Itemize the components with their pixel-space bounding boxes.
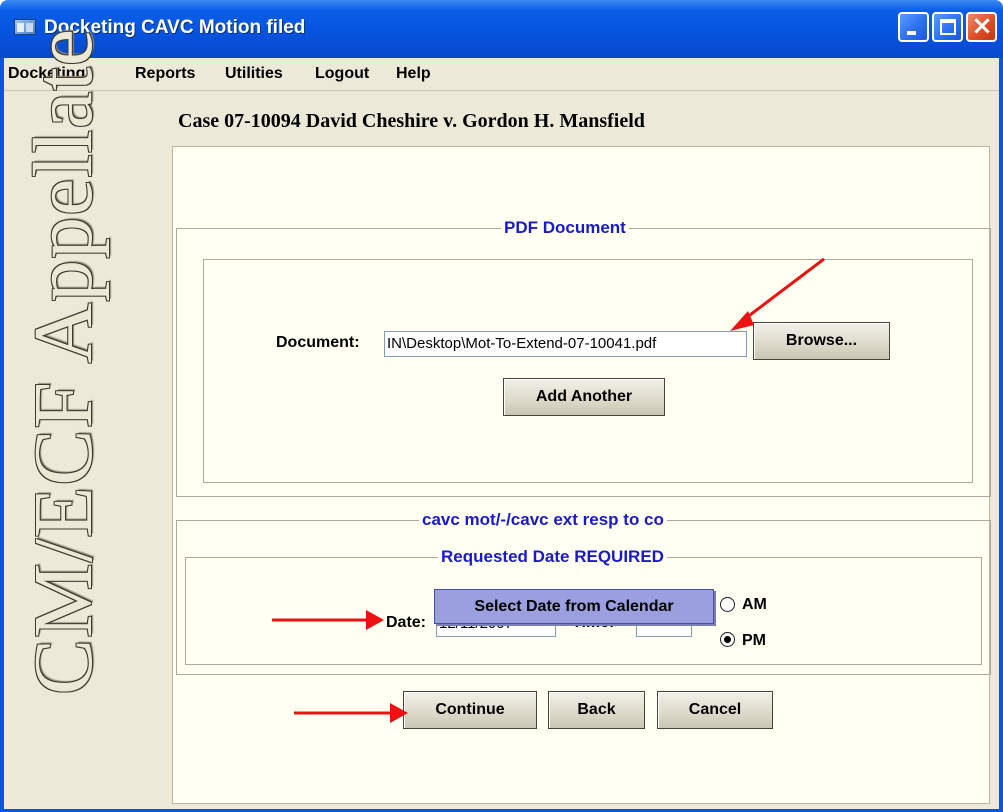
back-button[interactable]: Back: [548, 691, 645, 729]
close-button[interactable]: ×: [966, 12, 997, 42]
maximize-icon: [940, 19, 956, 35]
menu-reports[interactable]: Reports: [135, 65, 195, 83]
annotation-arrow-continue-icon: [294, 703, 408, 723]
select-date-from-calendar-tooltip[interactable]: Select Date from Calendar: [434, 589, 714, 624]
menu-logout[interactable]: Logout: [315, 65, 369, 83]
add-another-button[interactable]: Add Another: [503, 378, 665, 416]
pm-radio[interactable]: [720, 632, 735, 647]
cm-ecf-appellate-logo: CM/ECF Appellate: [17, 28, 110, 695]
application-window: Docketing CAVC Motion filed × Docketing …: [0, 0, 1003, 812]
minimize-icon: [907, 31, 916, 35]
document-path-field[interactable]: IN\Desktop\Mot-To-Extend-07-10041.pdf: [384, 331, 747, 357]
maximize-button[interactable]: [932, 12, 963, 42]
annotation-arrow-document-icon: [730, 257, 825, 331]
continue-button[interactable]: Continue: [403, 691, 537, 729]
pdf-document-legend: PDF Document: [501, 218, 629, 238]
document-label: Document:: [276, 334, 360, 351]
menu-utilities[interactable]: Utilities: [225, 65, 283, 83]
pdf-document-inner-box: [203, 259, 973, 483]
am-radio[interactable]: [720, 597, 735, 612]
cancel-button[interactable]: Cancel: [657, 691, 773, 729]
date-label: Date:: [386, 614, 427, 631]
close-icon: ×: [971, 11, 993, 41]
motion-legend: cavc mot/-/cavc ext resp to co: [419, 510, 667, 530]
case-title: Case 07-10094 David Cheshire v. Gordon H…: [178, 110, 645, 132]
menu-help[interactable]: Help: [396, 65, 431, 83]
annotation-arrow-date-icon: [272, 610, 384, 630]
title-bar[interactable]: Docketing CAVC Motion filed ×: [0, 0, 1003, 58]
pm-label: PM: [742, 632, 766, 649]
menu-bar: Docketing Reports Utilities Logout Help: [4, 58, 999, 91]
requested-date-legend: Requested Date REQUIRED: [438, 547, 667, 567]
am-label: AM: [742, 596, 767, 613]
minimize-button[interactable]: [898, 12, 929, 42]
